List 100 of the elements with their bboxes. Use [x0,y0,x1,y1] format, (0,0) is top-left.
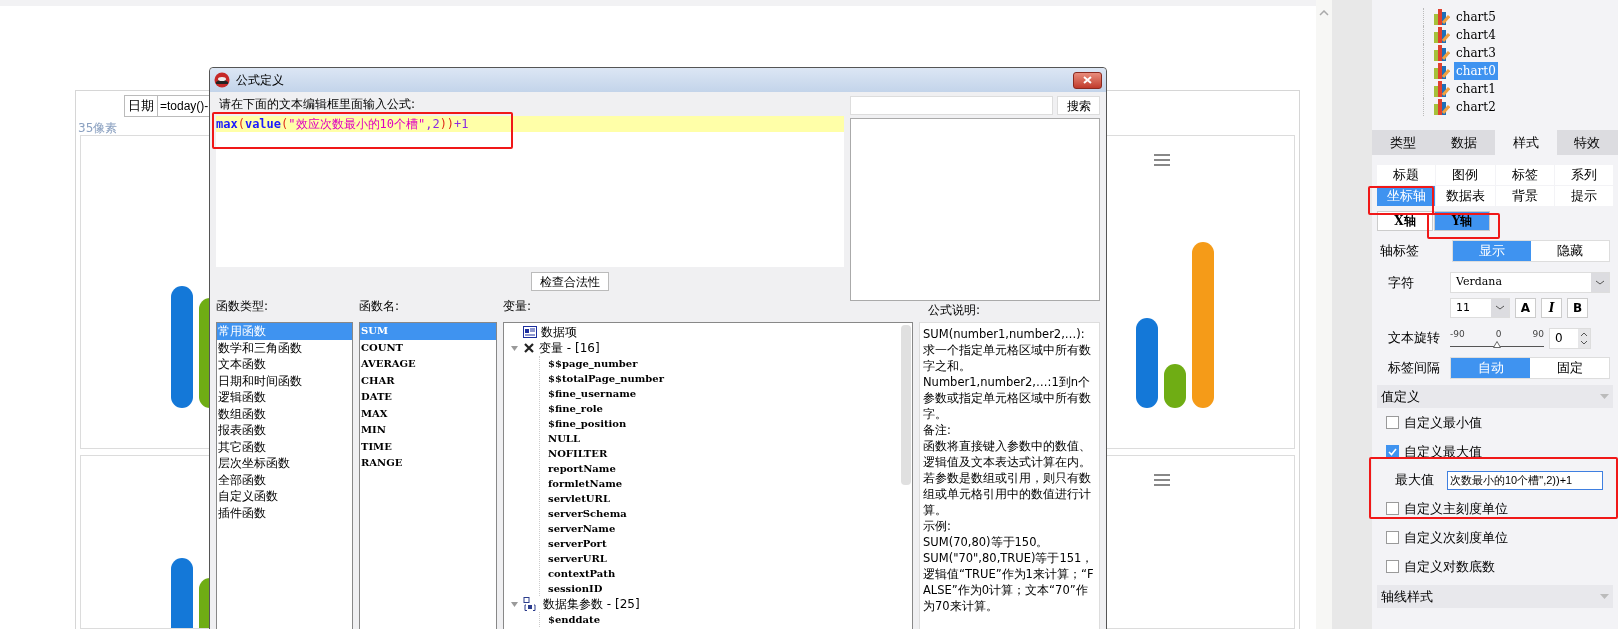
tree-item[interactable]: chart2 [1454,98,1498,116]
list-item[interactable]: 文本函数 [217,356,352,373]
tree-item[interactable]: NOFILTER [548,446,900,461]
list-item[interactable]: DATE [360,389,496,406]
checkbox-label[interactable]: 自定义对数底数 [1404,556,1495,577]
tree-item[interactable]: $enddate [548,612,900,627]
list-item[interactable]: 层次坐标函数 [217,455,352,472]
font-style-button[interactable]: B [1567,298,1588,318]
list-item[interactable]: 插件函数 [217,504,352,521]
tree-item[interactable]: 变量 - [16] [539,340,600,356]
scroll-up-icon[interactable] [1319,10,1329,16]
table-cell: 日期 [124,95,158,117]
menu-icon[interactable] [1154,474,1170,486]
tab[interactable]: 图例 [1436,165,1495,185]
description-text: 示例: [923,518,952,534]
tree-item[interactable]: contextPath [548,566,900,581]
list-item[interactable]: 自定义函数 [217,488,352,505]
list-item[interactable]: 日期和时间函数 [217,372,352,389]
tab[interactable]: 类型 [1372,130,1434,155]
list-item[interactable]: 数组函数 [217,405,352,422]
section-header[interactable]: 值定义 [1377,385,1613,408]
tree-item[interactable]: serverName [548,521,900,536]
tick-label: 0 [1495,329,1502,339]
list-item[interactable]: COUNT [360,339,496,356]
tree-item[interactable]: 数据项 [541,324,577,340]
tree-item[interactable]: serverPort [548,536,900,551]
tab[interactable]: 提示 [1554,186,1613,206]
tab[interactable]: 标题 [1377,165,1436,185]
caret-icon [1600,594,1609,599]
checkmark-icon [1388,447,1397,456]
tab[interactable]: Y轴 [1434,211,1490,231]
tree-item[interactable]: chart1 [1454,80,1498,98]
font-style-button[interactable]: I [1541,298,1562,318]
close-button[interactable] [1073,71,1102,89]
rotation-slider[interactable] [1450,339,1544,347]
caret-icon[interactable] [510,343,519,353]
checkbox[interactable] [1386,502,1399,515]
list-item[interactable]: 其它函数 [217,438,352,455]
window-title: 公式定义 [236,72,285,89]
search-field[interactable] [850,96,1053,115]
tab[interactable]: 背景 [1495,186,1554,206]
list-item[interactable]: 逻辑函数 [217,389,352,406]
annotation-frame [1368,186,1434,215]
tree-item[interactable]: 数据集参数 - [25] [543,596,640,612]
description-text: 备注: [923,422,952,438]
tree-item[interactable]: chart3 [1454,44,1498,62]
checkbox[interactable] [1386,416,1399,429]
tab[interactable]: 特效 [1556,130,1618,155]
font-style-button[interactable]: A [1515,298,1536,318]
tree-item[interactable]: chart5 [1454,8,1498,26]
list-heading: 公式说明: [927,302,982,319]
font-dropdown[interactable]: Verdana [1450,272,1610,293]
check-button[interactable]: 检查合法性 [531,272,609,291]
caret-icon[interactable] [510,599,519,609]
checkbox[interactable] [1386,531,1399,544]
tree-item[interactable]: servletURL [548,491,900,506]
list-item[interactable]: 全部函数 [217,471,352,488]
tree-item[interactable]: $fine_position [548,416,900,431]
rotation-spinner[interactable]: 0 [1549,327,1591,349]
size-dropdown[interactable]: 11 [1450,298,1510,318]
tab[interactable]: 标签 [1495,165,1554,185]
chart-icon [1434,27,1450,43]
list-item[interactable]: CHAR [360,372,496,389]
tree-item[interactable]: $$page_number [548,356,900,371]
tree-item[interactable]: sessionID [548,581,900,596]
tree-item[interactable]: NULL [548,431,900,446]
chart-icon [1434,99,1450,115]
list-item[interactable]: 报表函数 [217,422,352,439]
tree-item[interactable]: reportName [548,461,900,476]
checkbox-label[interactable]: 自定义主刻度单位 [1404,498,1508,519]
tree-item[interactable]: serverSchema [548,506,900,521]
list-item[interactable]: AVERAGE [360,356,496,373]
tree-item[interactable]: chart4 [1454,26,1498,44]
scrollbar[interactable] [901,325,911,485]
input-field[interactable]: 次数最小的10个槽",2))+1 [1447,470,1603,490]
scrollbar[interactable] [1316,0,1332,629]
formula-editor[interactable]: max(value("效应次数最小的10个槽",2))+1 [216,116,844,267]
menu-icon[interactable] [1154,154,1170,166]
spinner-arrows-icon [1578,328,1590,348]
slider-thumb[interactable] [1493,341,1501,348]
size-note: 35像素 [77,121,118,135]
tree-item[interactable]: $fine_username [548,386,900,401]
tab[interactable]: 数据 [1433,130,1495,155]
list-item[interactable]: 数学和三角函数 [217,339,352,356]
search-button[interactable]: 搜索 [1057,96,1100,115]
tree-item[interactable]: $fine_role [548,401,900,416]
list-item[interactable]: RANGE [360,455,496,472]
tree-item[interactable]: $$totalPage_number [548,371,900,386]
list-item[interactable]: TIME [360,438,496,455]
description-text: SUM(number1,number2,…):求一个指定单元格区域中所有数字之和。 [923,326,1092,374]
tab[interactable]: 系列 [1554,165,1613,185]
tree-item[interactable]: formletName [548,476,900,491]
section-header[interactable]: 轴线样式 [1377,585,1613,608]
tree-item[interactable]: serverURL [548,551,900,566]
tab[interactable]: 数据表 [1436,186,1495,206]
checkbox[interactable] [1386,560,1399,573]
checkbox-label[interactable]: 自定义最小值 [1404,412,1482,433]
list-item[interactable]: MAX [360,405,496,422]
checkbox-label[interactable]: 自定义次刻度单位 [1404,527,1508,548]
list-item[interactable]: MIN [360,422,496,439]
